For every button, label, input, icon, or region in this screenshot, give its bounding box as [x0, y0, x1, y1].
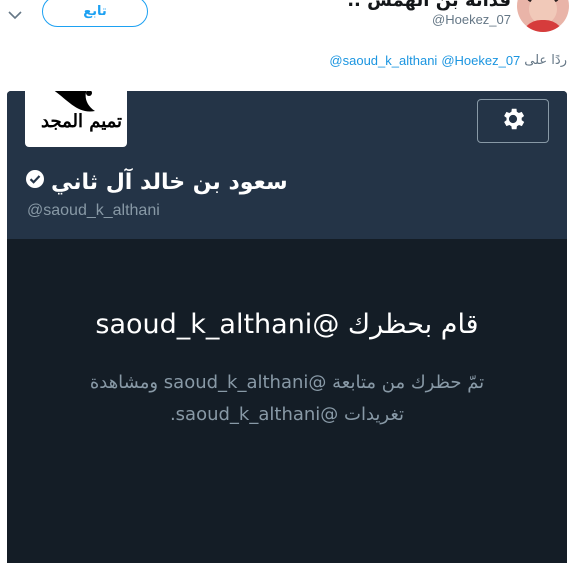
blocked-profile-card: تميم المجد سعود بن خالد آل ثاني @saoud_k…: [7, 91, 567, 563]
profile-handle[interactable]: @saoud_k_althani: [27, 202, 160, 220]
blocked-description: تمّ حظرك من متابعة @saoud_k_althani ومشا…: [89, 372, 485, 425]
logo-calligraphy: تميم المجد: [41, 111, 123, 132]
profile-name[interactable]: سعود بن خالد آل ثاني: [25, 169, 288, 195]
profile-name-text: سعود بن خالد آل ثاني: [51, 169, 288, 195]
reply-context: ردًا على @Hoekez_07 @saoud_k_althani: [329, 53, 567, 68]
avatar-shirt: [521, 20, 565, 32]
reply-label: ردًا على: [524, 53, 567, 68]
reply-mention-link[interactable]: @saoud_k_althani: [329, 53, 437, 68]
follow-button[interactable]: تابع: [42, 0, 148, 27]
tweet-handle[interactable]: @Hoekez_07: [432, 12, 511, 27]
profile-logo[interactable]: تميم المجد: [25, 91, 127, 147]
user-avatar[interactable]: [517, 0, 569, 32]
reply-mention-link[interactable]: @Hoekez_07: [441, 53, 520, 68]
tweet-display-name[interactable]: فدائه بن الهمس ..: [347, 0, 511, 11]
settings-button[interactable]: [477, 99, 549, 143]
chevron-down-icon[interactable]: [4, 4, 26, 26]
verified-badge-icon: [25, 169, 45, 195]
blocked-title: قام بحظرك @saoud_k_althani: [95, 309, 479, 340]
gear-icon: [499, 105, 527, 137]
